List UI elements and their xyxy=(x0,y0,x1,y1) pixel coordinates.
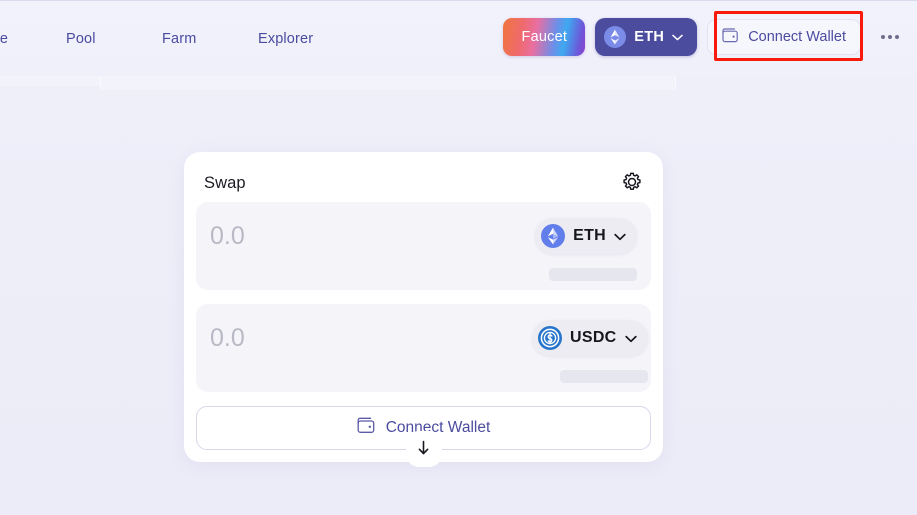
swap-card-title: Swap xyxy=(204,173,246,192)
header-actions: Faucet ETH Connect Wallet xyxy=(503,18,905,56)
faucet-button[interactable]: Faucet xyxy=(503,18,586,56)
header-connect-wallet-label: Connect Wallet xyxy=(748,29,846,45)
swap-from-token-side: ETH xyxy=(535,218,637,281)
more-dot xyxy=(881,35,885,39)
gear-icon xyxy=(622,172,642,195)
header-connect-wallet-button[interactable]: Connect Wallet xyxy=(707,19,861,55)
swap-to-token-side: USDC xyxy=(532,320,648,383)
swap-to-amount-input[interactable] xyxy=(210,320,532,356)
ethereum-icon xyxy=(604,26,627,48)
swap-from-amount-input[interactable] xyxy=(210,218,536,254)
chevron-down-icon xyxy=(614,229,626,244)
swap-to-row: USDC xyxy=(196,304,651,392)
wallet-icon xyxy=(722,27,739,47)
nav-item-pool[interactable]: Pool xyxy=(64,27,160,51)
swap-direction-button[interactable] xyxy=(408,434,439,464)
bg-panel-left xyxy=(0,76,100,86)
page-root: Trade Pool Farm Explorer Faucet ETH xyxy=(0,0,917,515)
wallet-icon xyxy=(357,417,376,439)
chevron-down-icon xyxy=(624,331,637,346)
nav-item-farm[interactable]: Farm xyxy=(160,27,256,51)
more-horizontal-icon[interactable] xyxy=(875,22,905,52)
main-nav: Trade Pool Farm Explorer xyxy=(0,27,352,51)
ethereum-icon xyxy=(541,224,566,248)
chevron-down-icon xyxy=(672,29,683,45)
swap-from-token-symbol: ETH xyxy=(573,227,606,244)
chain-selector-button[interactable]: ETH xyxy=(595,18,698,56)
more-dot xyxy=(895,35,899,39)
swap-direction-wrapper xyxy=(408,434,439,464)
swap-to-token-selector[interactable]: USDC xyxy=(532,320,648,356)
nav-item-explorer[interactable]: Explorer xyxy=(256,27,352,51)
swap-from-row: ETH xyxy=(196,202,651,290)
swap-from-token-selector[interactable]: ETH xyxy=(535,218,637,254)
swap-to-balance-skeleton xyxy=(559,370,648,383)
swap-to-token-symbol: USDC xyxy=(570,329,617,346)
swap-settings-button[interactable] xyxy=(619,170,645,196)
swap-from-balance-skeleton xyxy=(549,268,637,281)
top-navigation-bar: Trade Pool Farm Explorer Faucet ETH xyxy=(0,0,917,76)
swap-card-header: Swap xyxy=(196,166,651,200)
chain-label: ETH xyxy=(634,29,665,45)
arrow-down-icon xyxy=(416,440,431,459)
usdc-icon xyxy=(538,326,562,350)
bg-panel-center xyxy=(100,76,675,90)
more-dot xyxy=(888,35,892,39)
nav-item-trade[interactable]: Trade xyxy=(0,27,64,51)
swap-card: Swap 0.0 ETH 0.0 USDC Connect Wallet xyxy=(184,152,663,464)
